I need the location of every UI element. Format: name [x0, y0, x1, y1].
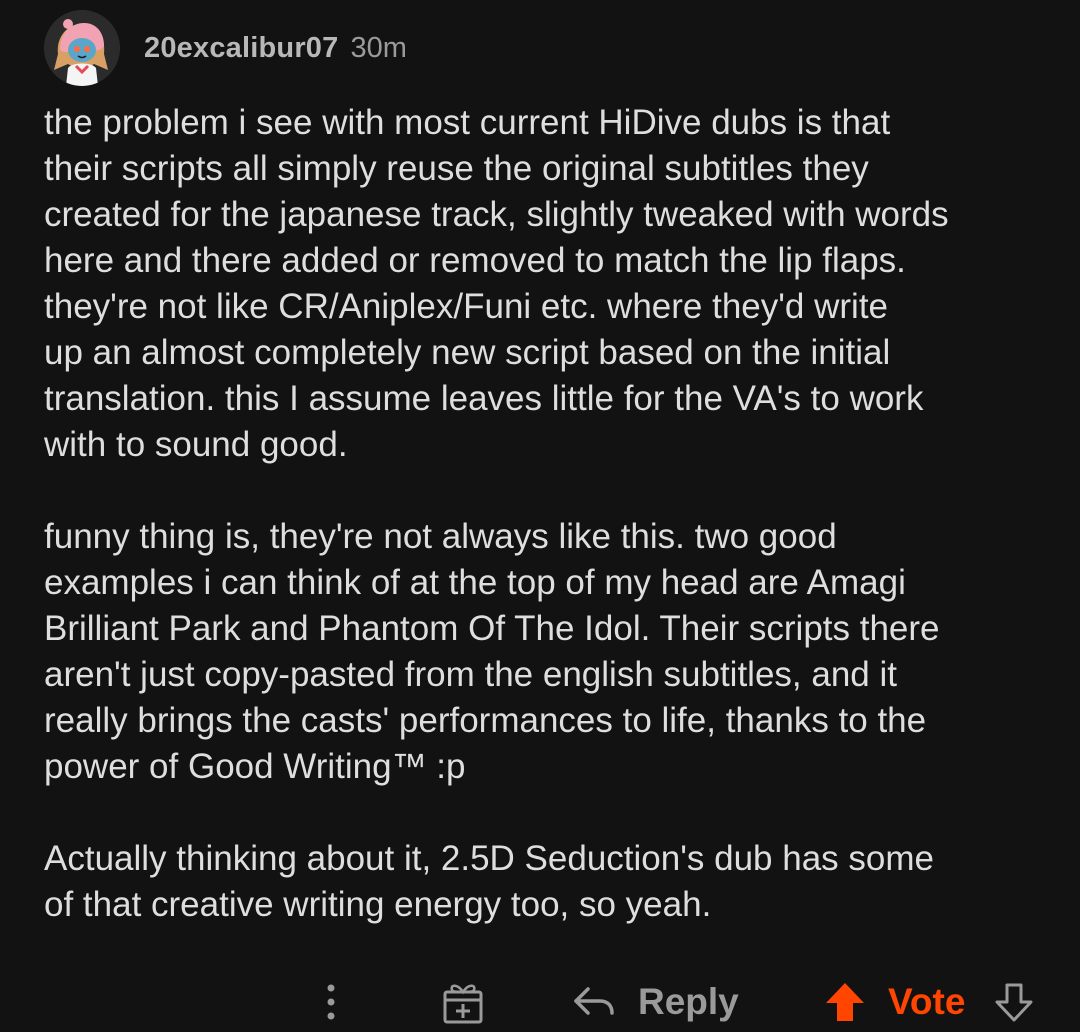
- give-award-button[interactable]: [440, 972, 486, 1032]
- comment-timestamp: 30m: [350, 31, 407, 64]
- comment-line: really brings the casts' performances to…: [44, 701, 927, 740]
- reply-label: Reply: [638, 981, 739, 1022]
- arrow-up-icon: [826, 983, 864, 1021]
- comment-line: the problem i see with most current HiDi…: [44, 103, 891, 142]
- reply-button[interactable]: Reply: [572, 972, 739, 1032]
- comment-paragraph: funny thing is, they're not always like …: [44, 514, 1064, 790]
- upvote-button[interactable]: [822, 972, 868, 1032]
- user-avatar[interactable]: [44, 10, 120, 86]
- comment-author[interactable]: 20excalibur07: [144, 32, 338, 65]
- comment-line: with to sound good.: [44, 425, 348, 464]
- comment-line: funny thing is, they're not always like …: [44, 517, 837, 556]
- comment-line: created for the japanese track, slightly…: [44, 195, 949, 234]
- comment-header: 20excalibur07 30m: [44, 10, 407, 86]
- comment-line: aren't just copy-pasted from the english…: [44, 655, 897, 694]
- comment-line: Brilliant Park and Phantom Of The Idol. …: [44, 609, 940, 648]
- comment-paragraph: Actually thinking about it, 2.5D Seducti…: [44, 836, 1064, 928]
- more-options-button[interactable]: [316, 972, 346, 1032]
- arrow-down-icon: [995, 983, 1033, 1022]
- comment-line: power of Good Writing™ :p: [44, 747, 466, 786]
- vertical-ellipsis-icon: [327, 984, 335, 1020]
- comment-line: they're not like CR/Aniplex/Funi etc. wh…: [44, 287, 889, 326]
- comment-paragraph: the problem i see with most current HiDi…: [44, 100, 1064, 468]
- reply-arrow-icon: [574, 987, 614, 1015]
- comment-line: of that creative writing energy too, so …: [44, 885, 712, 924]
- comment-body: the problem i see with most current HiDi…: [44, 100, 1064, 974]
- gift-icon: [443, 984, 483, 1024]
- comment-line: examples i can think of at the top of my…: [44, 563, 906, 602]
- comment-line: here and there added or removed to match…: [44, 241, 906, 280]
- comment-action-bar: Reply Vote: [0, 972, 1080, 1032]
- downvote-button[interactable]: [992, 972, 1036, 1032]
- comment-line: their scripts all simply reuse the origi…: [44, 149, 869, 188]
- comment-line: up an almost completely new script based…: [44, 333, 891, 372]
- vote-count-label: Vote: [888, 981, 966, 1022]
- comment-line: Actually thinking about it, 2.5D Seducti…: [44, 839, 934, 878]
- comment-card: 20excalibur07 30m the problem i see with…: [0, 0, 1080, 1032]
- comment-line: translation. this I assume leaves little…: [44, 379, 924, 418]
